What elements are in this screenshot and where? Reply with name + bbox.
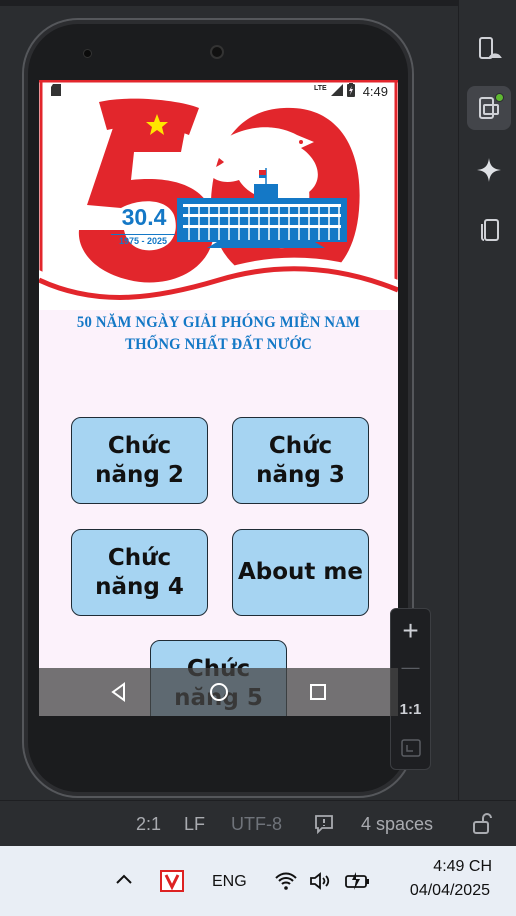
device-manager-icon[interactable] <box>467 26 511 70</box>
taskbar-time[interactable]: 4:49 CH <box>420 858 492 876</box>
function-4-button[interactable]: Chức năng 4 <box>71 529 208 616</box>
device-mirroring-icon[interactable] <box>467 208 511 252</box>
ide-tab-strip <box>0 0 458 6</box>
function-3-button[interactable]: Chức năng 3 <box>232 417 369 504</box>
lock-icon[interactable] <box>472 813 492 840</box>
slogan-line-1: 50 NĂM NGÀY GIẢI PHÓNG MIỀN NAM <box>76 314 361 331</box>
taskbar-date[interactable]: 04/04/2025 <box>390 882 490 900</box>
sd-card-icon <box>51 83 61 99</box>
volume-icon[interactable] <box>309 871 333 896</box>
emulator-screen[interactable]: LTE 4:49 30.4 1975 - 2025 50 NĂM NGÀY GI… <box>39 80 398 716</box>
android-nav-bar <box>39 668 398 716</box>
earpiece-icon <box>210 45 224 59</box>
line-separator[interactable]: LF <box>184 814 205 835</box>
anniversary-banner: 30.4 1975 - 2025 50 NĂM NGÀY GIẢI PHÓNG … <box>39 80 398 353</box>
zoom-in-button[interactable]: + <box>391 615 430 647</box>
cursor-position[interactable]: 2:1 <box>136 814 161 835</box>
problems-icon[interactable] <box>314 814 334 839</box>
indent-setting[interactable]: 4 spaces <box>361 814 433 835</box>
running-devices-icon[interactable] <box>467 86 511 130</box>
file-encoding[interactable]: UTF-8 <box>231 814 282 835</box>
signal-icon <box>330 83 343 99</box>
front-camera-icon <box>83 49 92 58</box>
about-me-button[interactable]: About me <box>232 529 369 616</box>
wifi-icon[interactable] <box>274 871 298 896</box>
network-type-label: LTE <box>313 84 327 92</box>
running-indicator-icon <box>495 93 504 102</box>
anniversary-date: 30.4 <box>121 204 167 230</box>
input-language[interactable]: ENG <box>212 873 247 891</box>
back-icon[interactable] <box>107 680 131 704</box>
windows-taskbar: ENG 4:49 CH 04/04/2025 <box>0 846 516 916</box>
zoom-fit-icon[interactable] <box>391 739 430 762</box>
battery-icon <box>346 82 355 100</box>
home-icon[interactable] <box>207 680 231 704</box>
recents-icon[interactable] <box>306 680 330 704</box>
function-2-button[interactable]: Chức năng 2 <box>71 417 208 504</box>
slogan-line-2: THỐNG NHẤT ĐẤT NƯỚC <box>125 336 312 353</box>
battery-charging-icon[interactable] <box>344 870 372 897</box>
android-status-bar: LTE 4:49 <box>39 80 398 102</box>
clock: 4:49 <box>362 83 388 99</box>
gemini-sparkle-icon[interactable] <box>467 148 511 192</box>
ide-status-bar: 2:1 LF UTF-8 4 spaces <box>0 800 516 846</box>
antivirus-tray-icon[interactable] <box>160 870 184 897</box>
chevron-up-icon[interactable] <box>116 872 132 890</box>
right-tool-bar <box>458 0 516 800</box>
anniversary-years: 1975 - 2025 <box>111 234 175 246</box>
ide-window: LTE 4:49 30.4 1975 - 2025 50 NĂM NGÀY GI… <box>0 0 516 800</box>
